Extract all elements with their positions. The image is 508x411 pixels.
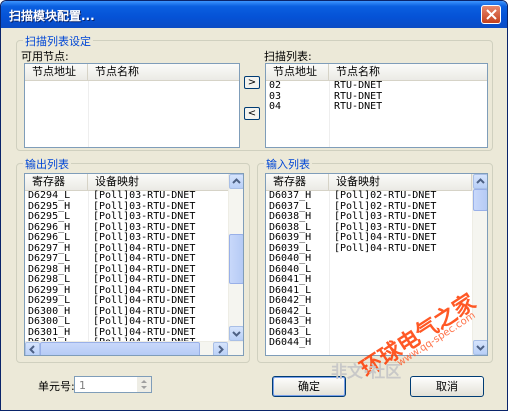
add-to-scan-button[interactable]: >	[244, 76, 260, 89]
chevron-right-icon	[218, 345, 224, 354]
cell-key: D6300_L	[28, 316, 71, 327]
cell-key: D6042_H	[269, 295, 312, 306]
column-header-register[interactable]: 寄存器	[266, 174, 329, 190]
column-header-node-address[interactable]: 节点地址	[25, 64, 88, 80]
input-list-header: 寄存器 设备映射	[266, 174, 487, 191]
cell-key: D6044_H	[269, 337, 312, 348]
cell-key: D6294_L	[28, 190, 71, 201]
scroll-left-button[interactable]	[25, 342, 40, 355]
column-header-register[interactable]: 寄存器	[25, 174, 88, 190]
output-list-rows: D6294_L [Poll]03-RTU-DNET D6295_H [Poll]03-…	[25, 190, 243, 349]
list-item[interactable]: 04 RTU-DNET	[266, 101, 487, 113]
watermark-corner: 非文·社区	[331, 362, 402, 381]
list-item[interactable]: D6300_L [Poll]04-RTU-DNET	[25, 316, 243, 328]
list-item[interactable]: D6039_H [Poll]04-RTU-DNET	[266, 232, 487, 244]
cell-value: [Poll]03-RTU-DNET	[334, 211, 437, 222]
column-header-device-map[interactable]: 设备映射	[329, 174, 472, 190]
close-button[interactable]	[481, 5, 501, 24]
close-icon	[486, 9, 497, 20]
cell-value: [Poll]03-RTU-DNET	[93, 232, 196, 243]
output-horizontal-scrollbar[interactable]	[25, 341, 243, 355]
cell-value: [Poll]03-RTU-DNET	[93, 190, 196, 201]
column-header-node-address[interactable]: 节点地址	[266, 64, 329, 80]
scan-list[interactable]: 节点地址 节点名称 02 RTU-DNET 03 RTU-DNET 04 RTU-DNET	[265, 63, 488, 148]
cancel-button[interactable]: 取消	[410, 376, 484, 397]
chevron-left-icon	[29, 345, 35, 354]
available-list-header: 节点地址 节点名称	[25, 64, 239, 81]
cell-value: [Poll]04-RTU-DNET	[93, 253, 196, 264]
scroll-down-button[interactable]	[229, 326, 243, 341]
list-item[interactable]: 02 RTU-DNET	[266, 80, 487, 92]
scroll-up-button[interactable]	[229, 174, 243, 189]
cell-value: RTU-DNET	[334, 80, 383, 91]
available-nodes-label: 可用节点:	[21, 50, 69, 63]
scan-list-header: 节点地址 节点名称	[266, 64, 487, 81]
cell-value: [Poll]04-RTU-DNET	[93, 295, 196, 306]
cell-value: RTU-DNET	[334, 101, 383, 112]
scan-list-label: 扫描列表:	[264, 50, 312, 63]
list-item[interactable]: D6040_H	[266, 253, 487, 265]
cell-value: [Poll]04-RTU-DNET	[334, 242, 437, 254]
cell-value: [Poll]02-RTU-DNET	[334, 190, 437, 201]
cell-key: D6298_L	[28, 274, 71, 285]
available-nodes-list[interactable]: 节点地址 节点名称	[24, 63, 240, 148]
hscroll-thumb[interactable]	[40, 342, 200, 355]
column-header-node-name[interactable]: 节点名称	[88, 64, 239, 80]
title-bar[interactable]: 扫描模块配置...	[1, 1, 507, 28]
scroll-thumb[interactable]	[473, 189, 487, 211]
cell-value: [Poll]04-RTU-DNET	[93, 316, 196, 327]
scroll-thumb[interactable]	[229, 234, 243, 284]
list-item[interactable]: D6298_L [Poll]04-RTU-DNET	[25, 274, 243, 286]
unit-number-spinner[interactable]: 1	[74, 376, 152, 393]
scroll-up-button[interactable]	[473, 174, 487, 189]
chevron-down-icon	[232, 331, 241, 337]
column-header-node-name[interactable]: 节点名称	[329, 64, 487, 80]
cell-key: D6299_L	[28, 295, 71, 306]
input-list-title: 输入列表	[264, 156, 312, 172]
spin-arrows-icon	[141, 380, 147, 389]
scan-list-rows: 02 RTU-DNET 03 RTU-DNET 04 RTU-DNET	[266, 80, 487, 113]
column-header-device-map[interactable]: 设备映射	[88, 174, 229, 190]
cell-key: D6040_H	[269, 253, 312, 264]
scroll-down-button[interactable]	[473, 340, 487, 355]
cell-value: [Poll]04-RTU-DNET	[334, 232, 437, 243]
cell-key: D6043_H	[269, 316, 312, 327]
output-list-title: 输出列表	[23, 156, 71, 172]
output-vertical-scrollbar[interactable]	[228, 174, 243, 341]
list-item[interactable]: D6299_L [Poll]04-RTU-DNET	[25, 295, 243, 307]
output-list[interactable]: 寄存器 设备映射 D6294_L [Poll]03-RTU-DNET D6295_H…	[24, 173, 244, 356]
chevron-up-icon	[476, 178, 485, 184]
cell-value: [Poll]03-RTU-DNET	[93, 211, 196, 222]
list-item[interactable]: D6038_H [Poll]03-RTU-DNET	[266, 211, 487, 223]
cell-key: D6297_L	[28, 253, 71, 264]
cell-key: D6038_H	[269, 211, 312, 222]
list-item[interactable]: D6296_L [Poll]03-RTU-DNET	[25, 232, 243, 244]
spinner-buttons[interactable]	[137, 377, 151, 392]
input-vertical-scrollbar[interactable]	[472, 174, 487, 355]
list-item[interactable]: D6295_L [Poll]03-RTU-DNET	[25, 211, 243, 223]
unit-number-label: 单元号:	[38, 380, 75, 393]
cell-key: 04	[269, 101, 282, 112]
cell-key: D6041_H	[269, 274, 312, 285]
list-item[interactable]: D6041_H	[266, 274, 487, 286]
chevron-down-icon	[476, 345, 485, 351]
cell-value: [Poll]04-RTU-DNET	[93, 274, 196, 285]
unit-number-value: 1	[79, 379, 86, 392]
cell-key: D6296_L	[28, 232, 71, 243]
list-item[interactable]: D6294_L [Poll]03-RTU-DNET	[25, 190, 243, 202]
cell-key: D6037_H	[269, 190, 312, 201]
list-item[interactable]: D6037_H [Poll]02-RTU-DNET	[266, 190, 487, 202]
remove-from-scan-button[interactable]: <	[244, 107, 260, 120]
output-list-header: 寄存器 设备映射	[25, 174, 243, 191]
cell-key: 02	[269, 80, 282, 91]
cell-key: D6295_L	[28, 211, 71, 222]
scan-settings-title: 扫描列表设定	[23, 33, 93, 49]
list-item[interactable]: D6297_L [Poll]04-RTU-DNET	[25, 253, 243, 265]
chevron-up-icon	[232, 178, 241, 184]
scroll-right-button[interactable]	[213, 342, 228, 355]
window-title: 扫描模块配置...	[9, 9, 95, 23]
scan-module-config-dialog: 扫描模块配置... 扫描列表设定 可用节点: 扫描列表: 节点地址 节点名称 >…	[0, 0, 508, 411]
cell-key: D6039_H	[269, 232, 312, 243]
